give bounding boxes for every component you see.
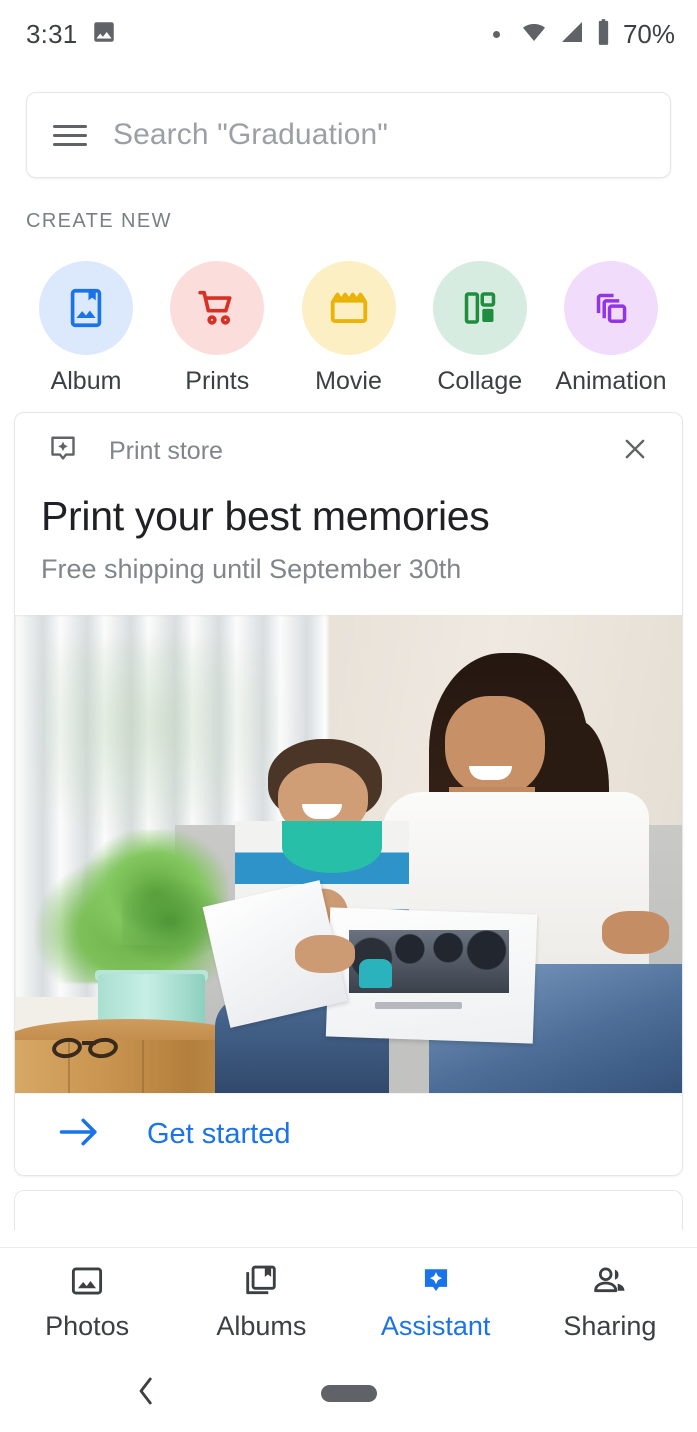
home-pill-handle[interactable] (320, 1385, 377, 1402)
albums-book-icon (242, 1262, 280, 1305)
prints-circle (170, 261, 265, 355)
assistant-badge-outline-icon (45, 431, 81, 472)
create-item-label: Movie (315, 367, 382, 395)
create-item-collage[interactable]: Collage (416, 261, 544, 396)
stacked-frames-icon (596, 293, 627, 323)
create-item-album[interactable]: Album (22, 261, 150, 396)
album-bookmark-icon (70, 288, 102, 328)
card-photo[interactable] (15, 615, 682, 1093)
animation-circle (564, 261, 658, 355)
create-item-movie[interactable]: Movie (285, 261, 413, 396)
nav-item-photos[interactable]: Photos (0, 1262, 174, 1342)
system-navigation-bar (0, 1355, 697, 1432)
get-started-button[interactable]: Get started (15, 1093, 682, 1175)
nav-label: Assistant (380, 1310, 491, 1341)
wifi-icon (519, 20, 549, 49)
print-store-card: Print store Print your best memories Fre… (14, 412, 683, 1176)
phone-screen: 3:31 70% Search "Graduation" CREATE NEW … (0, 0, 697, 1432)
status-bar-left: 3:31 (26, 19, 117, 50)
nav-item-sharing[interactable]: Sharing (523, 1262, 697, 1342)
card-header: Print store (15, 413, 682, 489)
clapperboard-icon (330, 292, 367, 323)
hamburger-menu-icon[interactable] (53, 124, 87, 146)
nav-item-assistant[interactable]: Assistant (349, 1262, 523, 1342)
create-item-label: Animation (555, 367, 667, 395)
arrow-right-icon (59, 1117, 99, 1152)
create-item-prints[interactable]: Prints (153, 261, 281, 396)
create-new-section-label: CREATE NEW (26, 210, 172, 232)
image-icon (91, 19, 117, 50)
status-bar-right: 70% (492, 18, 675, 51)
nav-label: Photos (45, 1310, 130, 1341)
collage-circle (432, 261, 527, 355)
nav-label: Albums (216, 1310, 307, 1341)
movie-circle (301, 261, 396, 355)
album-circle (39, 261, 133, 355)
nav-label: Sharing (563, 1310, 657, 1341)
next-card-peek[interactable] (14, 1190, 683, 1230)
search-bar-container: Search "Graduation" (0, 68, 697, 178)
create-item-label: Collage (437, 367, 523, 395)
back-chevron-icon[interactable] (134, 1374, 158, 1413)
search-input[interactable]: Search "Graduation" (26, 92, 671, 178)
card-subtitle: Free shipping until September 30th (41, 554, 462, 584)
dot-icon (492, 30, 500, 38)
status-bar: 3:31 70% (0, 0, 697, 68)
create-item-label: Prints (185, 367, 250, 395)
nav-item-albums[interactable]: Albums (174, 1262, 348, 1342)
close-icon[interactable] (614, 428, 656, 475)
battery-percent: 70% (622, 18, 675, 49)
search-placeholder-text: Search "Graduation" (113, 118, 389, 151)
collage-grid-icon (464, 292, 495, 324)
people-group-icon (590, 1262, 630, 1305)
shopping-cart-icon (198, 290, 232, 325)
card-source-label: Print store (109, 436, 223, 465)
assistant-sparkle-icon (417, 1262, 455, 1305)
bottom-navigation-bar: Photos Albums Assistant Sharing (0, 1247, 697, 1355)
status-time: 3:31 (26, 18, 78, 49)
photo-frame-icon (68, 1262, 106, 1305)
create-item-animation[interactable]: Animation (547, 261, 675, 396)
card-title: Print your best memories (41, 493, 490, 539)
create-item-label: Album (50, 367, 122, 395)
cell-signal-icon (558, 20, 586, 49)
get-started-label: Get started (147, 1118, 291, 1150)
battery-icon (595, 18, 612, 51)
create-new-row: Album Prints Movie Collage Animation (0, 233, 697, 396)
